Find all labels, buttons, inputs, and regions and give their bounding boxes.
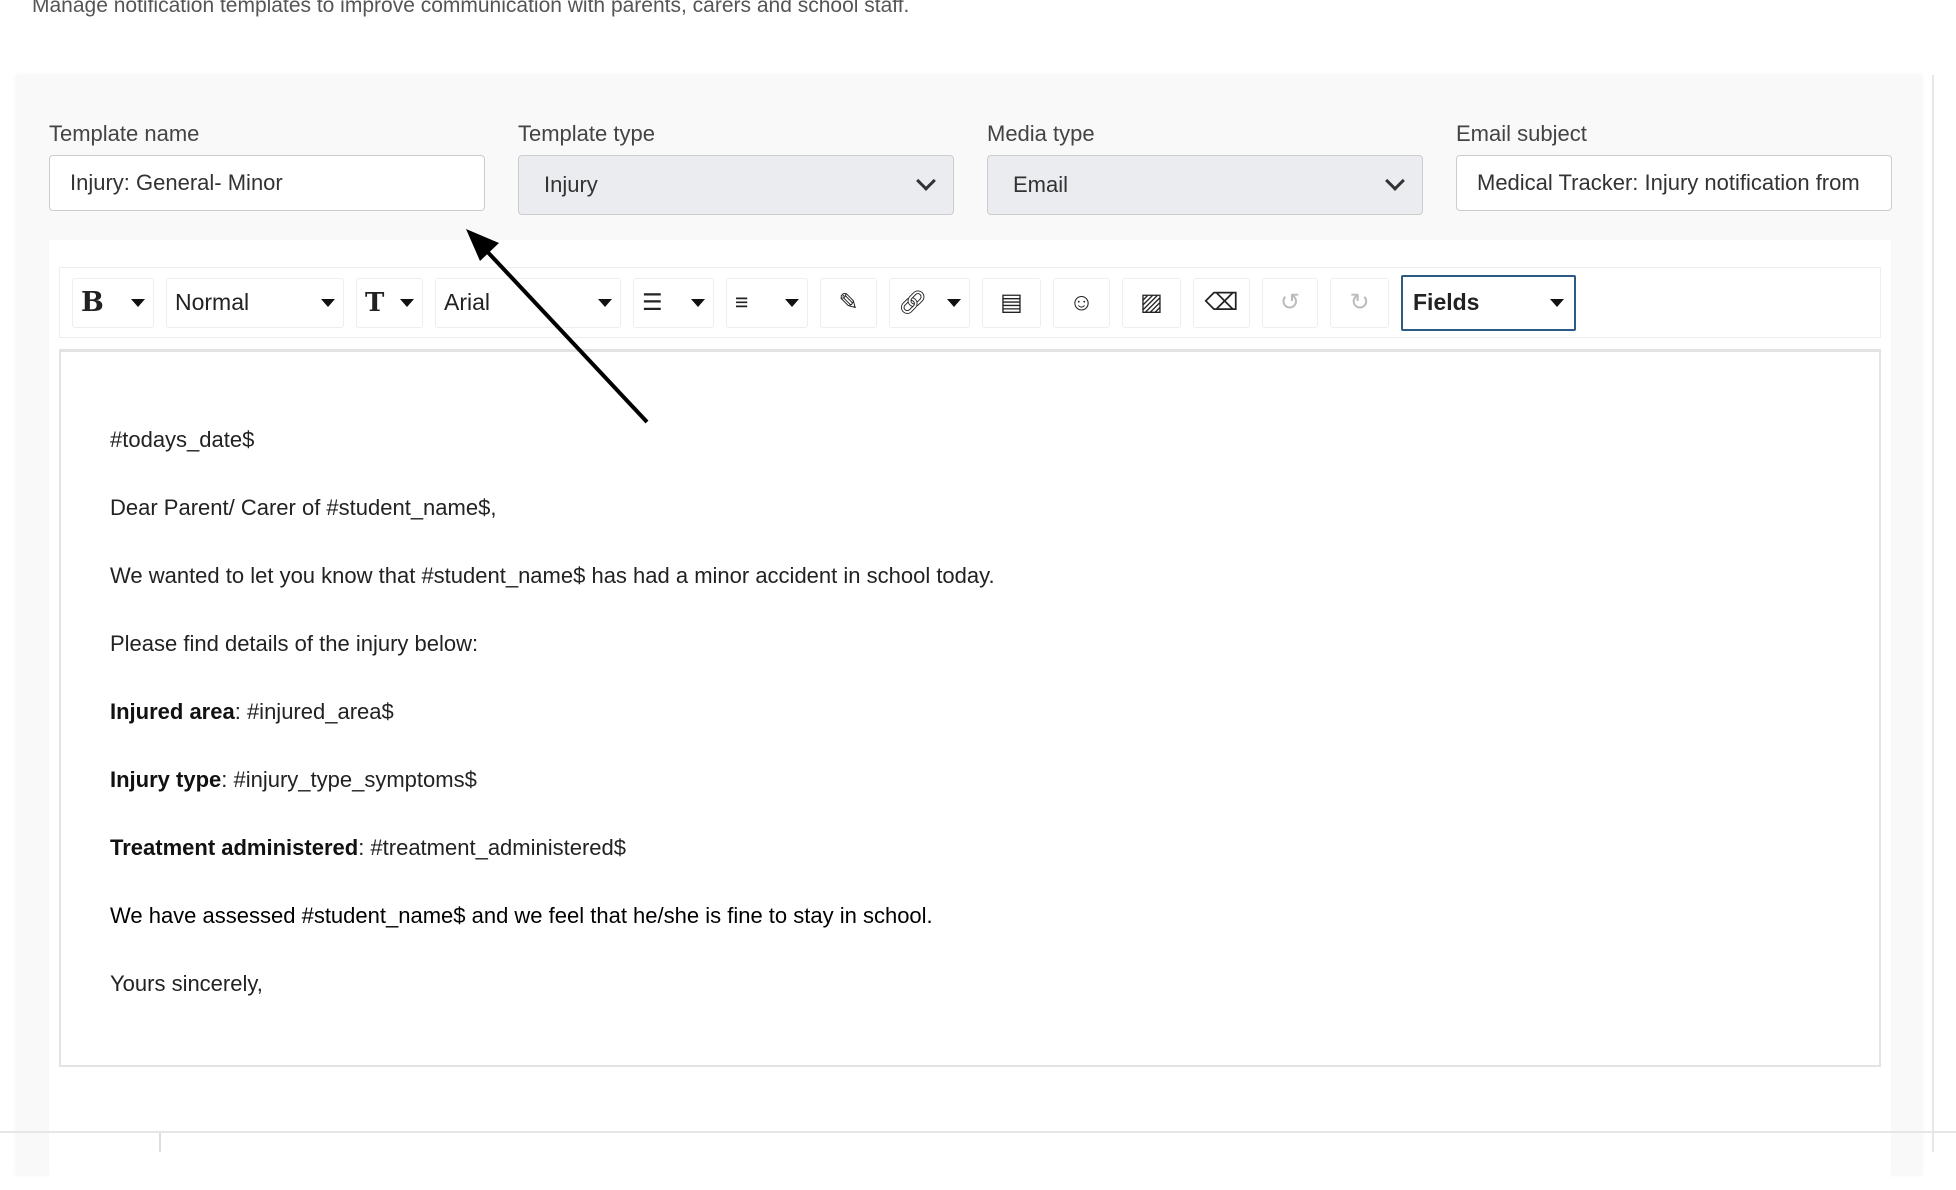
body-line: #todays_date$	[110, 427, 255, 452]
caret-down-icon	[1550, 298, 1564, 307]
emoji-button[interactable]: ☺	[1053, 277, 1110, 328]
email-subject-value: Medical Tracker: Injury notification fro…	[1477, 170, 1860, 195]
paragraph-style-dropdown[interactable]: Normal	[166, 277, 344, 328]
font-size-button[interactable]: T	[356, 277, 423, 328]
caret-down-icon	[400, 298, 414, 307]
body-text: : #treatment_administered$	[358, 835, 627, 860]
template-type-field: Template type Injury	[518, 121, 954, 215]
divider-tick	[159, 1133, 161, 1152]
list-icon: ☰	[642, 289, 663, 315]
pen-icon: ✎	[838, 289, 859, 316]
chevron-down-icon	[1385, 171, 1405, 191]
link-button[interactable]: 🔗︎	[889, 277, 970, 328]
email-subject-input[interactable]: Medical Tracker: Injury notification fro…	[1456, 155, 1892, 211]
body-text: : #injured_area$	[234, 699, 394, 724]
undo-icon: ↺	[1279, 289, 1301, 316]
email-subject-label: Email subject	[1456, 121, 1587, 146]
redo-button[interactable]: ↻	[1330, 277, 1389, 328]
bold-button[interactable]: B	[72, 277, 154, 328]
code-view-icon: ▤	[1000, 289, 1023, 316]
font-family-value: Arial	[444, 289, 491, 315]
link-icon: 🔗︎	[898, 289, 928, 315]
template-name-field: Template name Injury: General- Minor	[49, 121, 485, 211]
list-button[interactable]: ☰	[633, 277, 714, 328]
clear-format-button[interactable]: ⌫	[1193, 277, 1250, 328]
paragraph-style-value: Normal	[175, 289, 250, 315]
caret-down-icon	[598, 298, 612, 307]
bold-label: Injured area	[110, 699, 235, 724]
body-line: We have assessed #student_name$ and we f…	[110, 903, 933, 928]
bottom-divider	[0, 1131, 1956, 1133]
align-button[interactable]: ≡	[726, 277, 808, 328]
media-type-label: Media type	[987, 121, 1095, 146]
caret-down-icon	[131, 298, 145, 307]
page-subtitle: Manage notification templates to improve…	[32, 0, 910, 17]
emoji-icon: ☺	[1069, 288, 1094, 316]
template-type-select[interactable]: Injury	[518, 155, 954, 215]
font-size-icon: T	[365, 287, 385, 318]
body-line: Dear Parent/ Carer of #student_name$,	[110, 495, 497, 520]
bold-label: Treatment administered	[110, 835, 359, 860]
media-type-value: Email	[1013, 172, 1069, 197]
template-name-value: Injury: General- Minor	[70, 170, 283, 195]
image-icon: ▨	[1140, 289, 1163, 316]
rich-text-editor: B Normal T Arial ☰ ≡ ✎ 🔗︎ ▤ ☺ ▨ ⌫ ↺ ↻ Fi…	[49, 240, 1891, 1190]
body-line: Yours sincerely,	[110, 971, 263, 996]
caret-down-icon	[785, 298, 799, 307]
fields-label: Fields	[1413, 289, 1480, 315]
font-family-dropdown[interactable]: Arial	[435, 277, 621, 328]
body-line: We wanted to let you know that #student_…	[110, 563, 995, 588]
align-left-icon: ≡	[735, 289, 749, 315]
template-form-card: Template name Injury: General- Minor Tem…	[16, 75, 1922, 1190]
body-line: Injury type: #injury_type_symptoms$	[110, 767, 477, 793]
editor-content[interactable]: #todays_date$ Dear Parent/ Carer of #stu…	[59, 349, 1881, 1067]
media-type-select[interactable]: Email	[987, 155, 1423, 215]
bold-label: B	[81, 287, 104, 318]
template-name-label: Template name	[49, 121, 200, 146]
fields-dropdown[interactable]: Fields	[1401, 274, 1576, 331]
code-view-button[interactable]: ▤	[982, 277, 1041, 328]
template-name-input[interactable]: Injury: General- Minor	[49, 155, 485, 211]
image-button[interactable]: ▨	[1122, 277, 1181, 328]
caret-down-icon	[321, 298, 335, 307]
template-type-label: Template type	[518, 121, 655, 146]
body-line: Injured area: #injured_area$	[110, 699, 394, 725]
body-line: Please find details of the injury below:	[110, 631, 479, 656]
redo-icon: ↻	[1349, 289, 1370, 316]
email-subject-field: Email subject Medical Tracker: Injury no…	[1456, 121, 1892, 211]
caret-down-icon	[691, 298, 705, 307]
color-button[interactable]: ✎	[820, 277, 877, 328]
editor-toolbar: B Normal T Arial ☰ ≡ ✎ 🔗︎ ▤ ☺ ▨ ⌫ ↺ ↻ Fi…	[59, 267, 1881, 338]
undo-button[interactable]: ↺	[1262, 277, 1318, 328]
body-text: : #injury_type_symptoms$	[221, 767, 477, 792]
scrollbar[interactable]	[1932, 75, 1956, 1152]
eraser-icon: ⌫	[1204, 289, 1239, 316]
chevron-down-icon	[916, 171, 936, 191]
caret-down-icon	[947, 298, 961, 307]
template-type-value: Injury	[544, 172, 598, 197]
body-line: Treatment administered: #treatment_admin…	[110, 835, 626, 861]
bold-label: Injury type	[110, 767, 222, 792]
media-type-field: Media type Email	[987, 121, 1423, 215]
